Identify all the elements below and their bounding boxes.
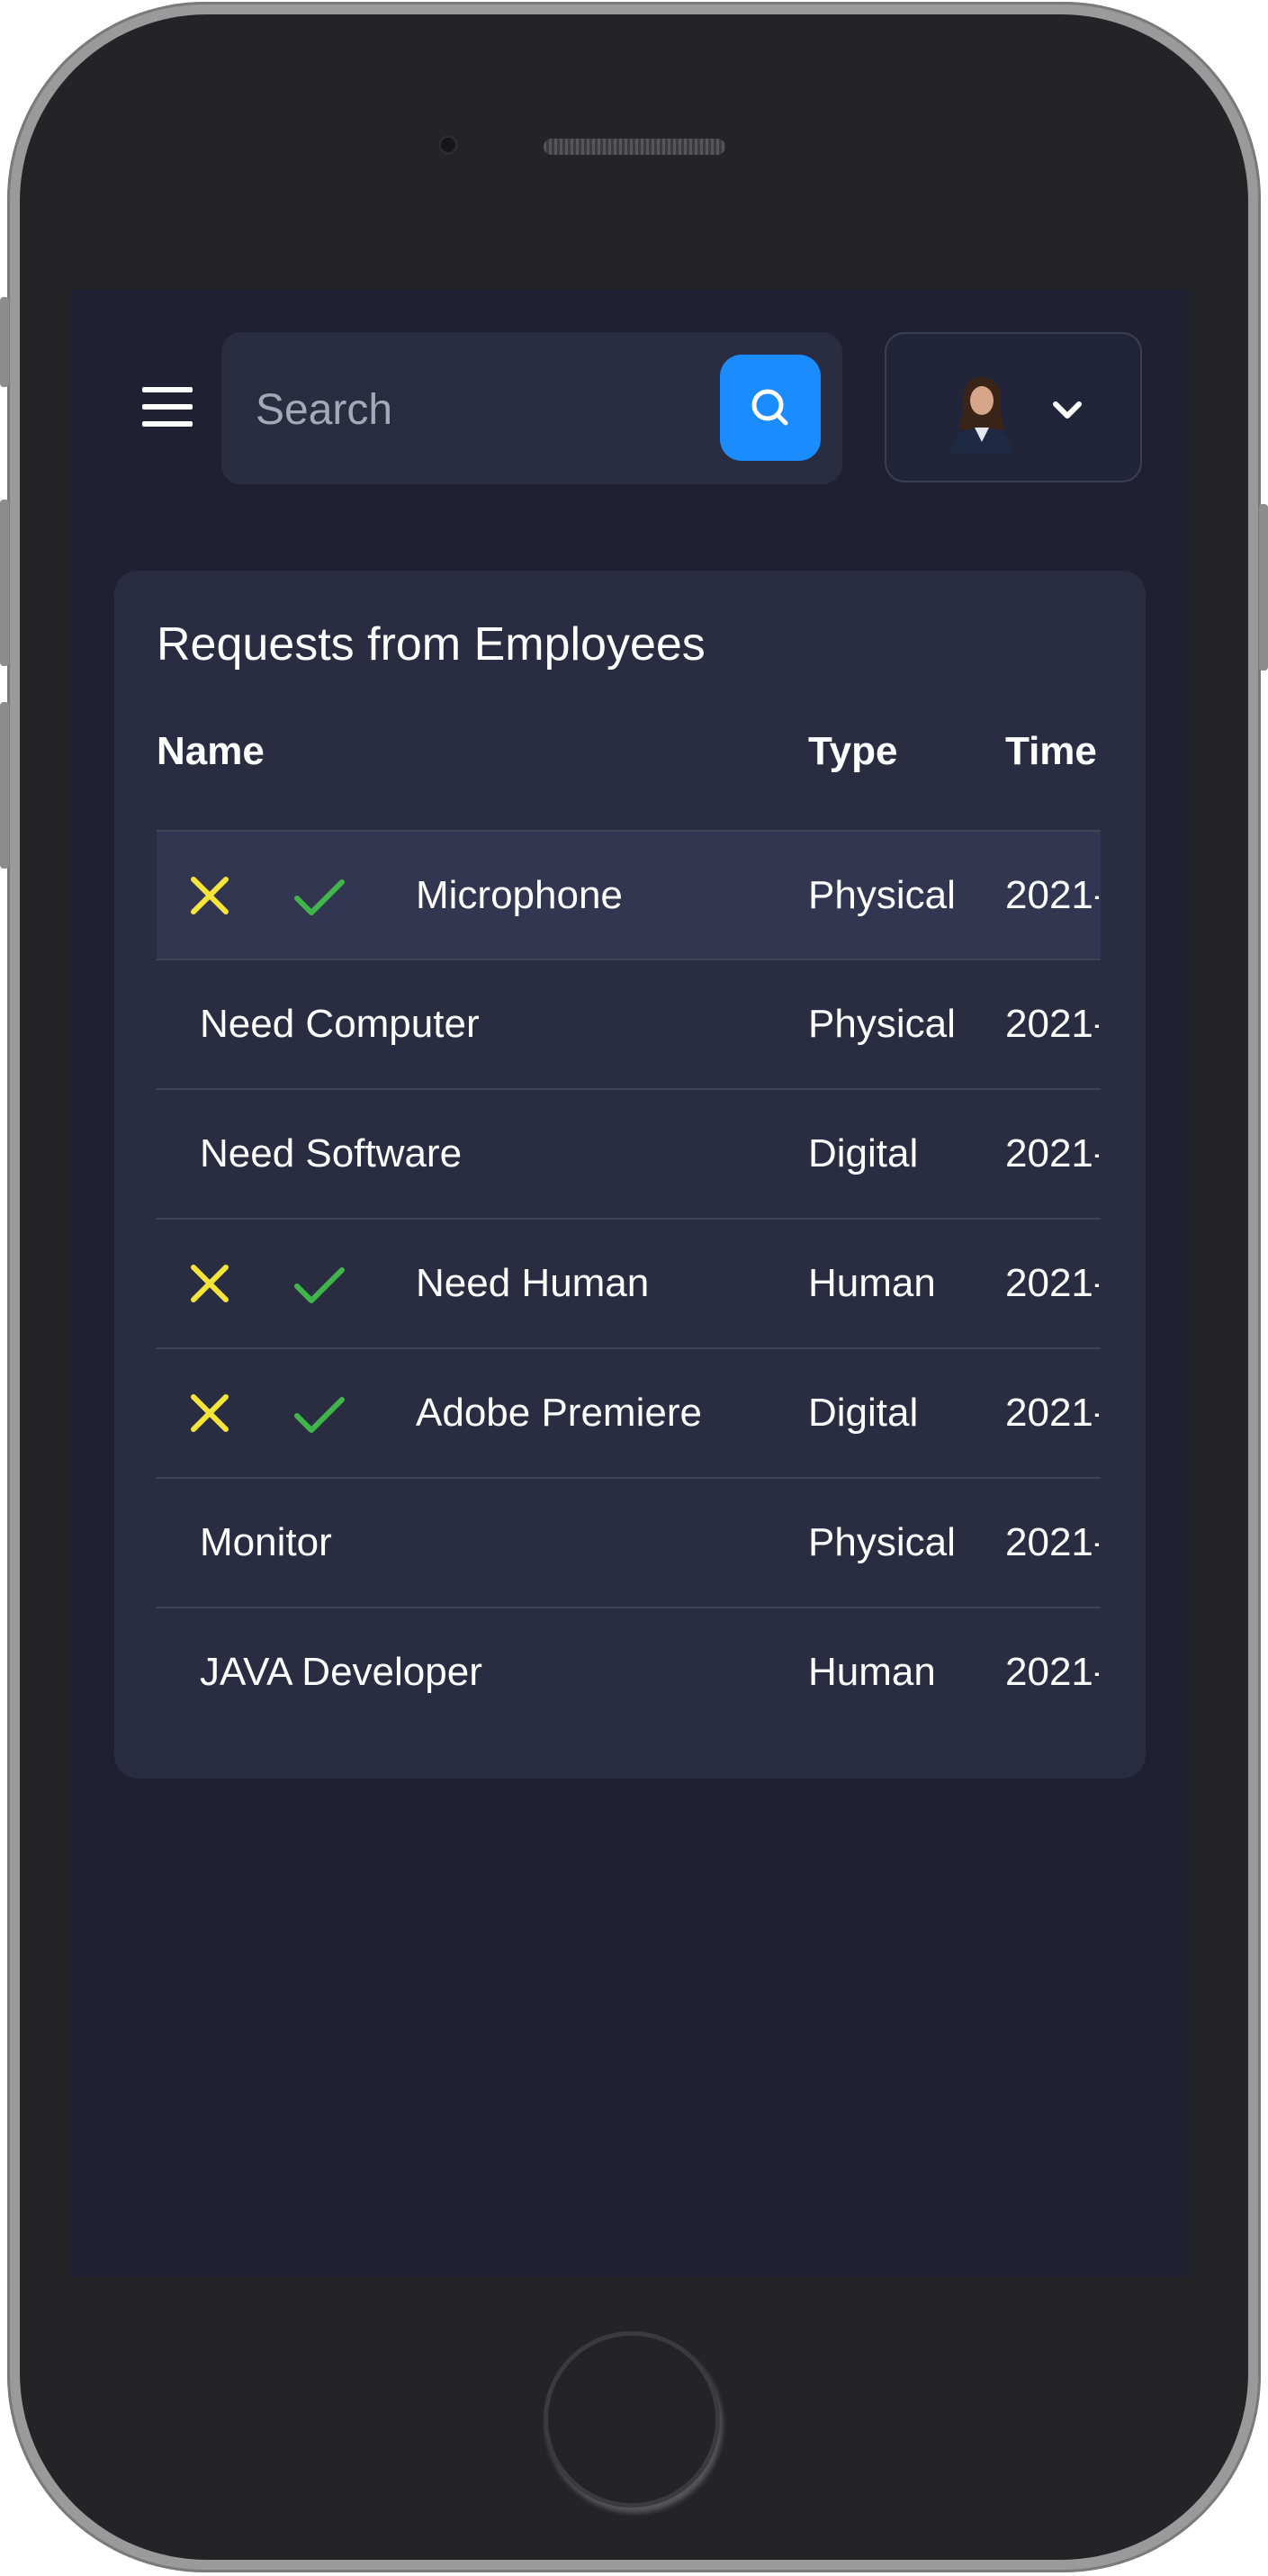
approve-icon[interactable] [293, 877, 346, 918]
cell-type: Digital [808, 1131, 919, 1175]
card-title: Requests from Employees [157, 618, 706, 671]
cell-name: Adobe Premiere [416, 1391, 702, 1435]
chevron-down-icon [1053, 401, 1082, 419]
cell-type: Physical [808, 873, 956, 917]
hamburger-icon[interactable] [142, 387, 193, 427]
table-row[interactable]: Need Computer Physical 2021- [157, 959, 1101, 1087]
speaker-grille [544, 139, 725, 155]
reject-icon[interactable] [189, 875, 230, 916]
search-icon [751, 389, 788, 426]
side-button [0, 297, 9, 387]
cell-name: Need Human [416, 1261, 650, 1305]
cell-name: Need Software [200, 1131, 463, 1175]
column-header-name: Name [157, 729, 265, 773]
volume-down-button [0, 702, 9, 869]
cell-time: 2021- [1005, 1131, 1099, 1175]
profile-dropdown-button[interactable] [885, 332, 1142, 482]
volume-up-button [0, 500, 9, 666]
front-camera [438, 135, 458, 155]
power-button [1259, 504, 1268, 671]
cell-name: JAVA Developer [200, 1650, 482, 1694]
app-screen: Requests from Employees Name Type Time M… [70, 290, 1189, 2277]
cell-name: Monitor [200, 1520, 332, 1564]
column-header-time: Time [1005, 729, 1097, 773]
home-button[interactable] [544, 2331, 720, 2508]
search-input[interactable] [254, 368, 707, 451]
approve-icon[interactable] [293, 1394, 346, 1436]
cell-type: Physical [808, 1002, 956, 1046]
search-button[interactable] [720, 355, 821, 461]
requests-card: Requests from Employees Name Type Time M… [114, 571, 1146, 1779]
reject-icon[interactable] [189, 1263, 230, 1304]
cell-time: 2021- [1005, 873, 1099, 917]
cell-time: 2021- [1005, 1002, 1099, 1046]
approve-icon[interactable] [293, 1265, 346, 1306]
table-row[interactable]: Need Human Human 2021- [157, 1218, 1101, 1347]
cell-time: 2021- [1005, 1391, 1099, 1435]
avatar [951, 377, 1012, 453]
cell-time: 2021- [1005, 1650, 1099, 1694]
table-row[interactable]: JAVA Developer Human 2021- [157, 1607, 1101, 1735]
cell-type: Human [808, 1261, 936, 1305]
table-row[interactable]: Microphone Physical 2021- [157, 830, 1101, 959]
table-row[interactable]: Monitor Physical 2021- [157, 1477, 1101, 1606]
column-header-type: Type [808, 729, 898, 773]
cell-type: Physical [808, 1520, 956, 1564]
cell-type: Human [808, 1650, 936, 1694]
reject-icon[interactable] [189, 1392, 230, 1434]
table-row[interactable]: Adobe Premiere Digital 2021- [157, 1347, 1101, 1476]
cell-name: Microphone [416, 873, 623, 917]
cell-type: Digital [808, 1391, 919, 1435]
cell-time: 2021- [1005, 1261, 1099, 1305]
table-row[interactable]: Need Software Digital 2021- [157, 1088, 1101, 1217]
search-bar [221, 332, 842, 484]
cell-name: Need Computer [200, 1002, 480, 1046]
cell-time: 2021- [1005, 1520, 1099, 1564]
